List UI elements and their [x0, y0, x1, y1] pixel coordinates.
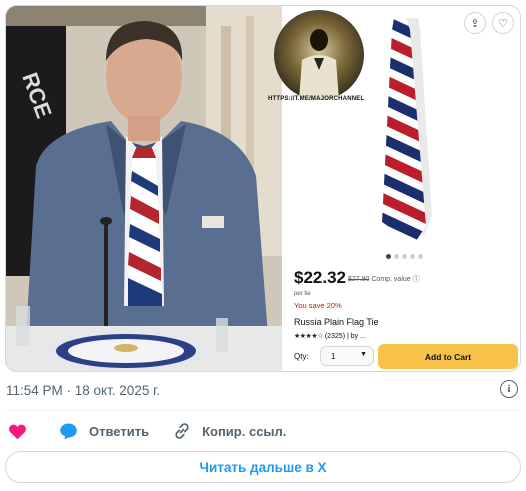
comp-value: $27.90 Comp. value ⓘ: [348, 274, 420, 284]
divider: [6, 410, 520, 411]
info-small-icon[interactable]: ⓘ: [413, 276, 420, 283]
product-price: $22.32: [294, 268, 346, 287]
man-photo-illustration: RCE: [6, 6, 282, 371]
heart-outline-icon[interactable]: ♡: [492, 12, 514, 34]
tweet-meta-row: 11:54 PM · 18 окт. 2025 г. i: [6, 380, 520, 400]
was-price: $27.90: [348, 276, 370, 283]
channel-watermark-logo: [274, 10, 364, 100]
copy-link-label: Копир. ссыл.: [202, 423, 287, 439]
qty-value: 1: [331, 351, 336, 361]
product-title[interactable]: Russia Plain Flag Tie: [294, 317, 379, 327]
read-more-button[interactable]: Читать дальше в X: [5, 451, 521, 483]
photo-man-in-tie[interactable]: RCE: [6, 6, 282, 371]
qty-select[interactable]: 1 ▼: [320, 346, 374, 366]
qty-label: Qty:: [294, 352, 309, 361]
product-top-icons: ⇪ ♡: [464, 12, 514, 34]
copy-link-button[interactable]: Копир. ссыл.: [173, 422, 286, 440]
watermark-url: HTTPS://T.ME/MAJORCHANNEL: [268, 96, 365, 102]
heart-icon: [9, 424, 26, 439]
savings-label: You save 20%: [294, 301, 342, 310]
like-button[interactable]: [8, 423, 27, 440]
tweet-actions: Ответить Копир. ссыл.: [8, 421, 286, 441]
rating-stars: ★★★★☆: [294, 333, 323, 340]
add-to-cart-button[interactable]: Add to Cart: [378, 344, 518, 369]
info-icon[interactable]: i: [500, 380, 518, 398]
reply-button[interactable]: Ответить: [59, 422, 149, 440]
link-icon: [175, 423, 189, 439]
reply-label: Ответить: [89, 423, 150, 439]
tweet-media[interactable]: RCE HTTPS://T.ME/MAJORCHANNEL ⇪ ♡ $22.32…: [5, 5, 521, 372]
product-listing-panel: HTTPS://T.ME/MAJORCHANNEL ⇪ ♡ $22.32 $27…: [268, 6, 520, 371]
rating-count: (2325) | by ...: [324, 333, 366, 340]
product-rating[interactable]: ★★★★☆ (2325) | by ...: [294, 332, 366, 340]
per-unit-label: per tie: [294, 291, 311, 297]
comp-value-label: Comp. value: [371, 276, 411, 283]
caret-down-icon: ▼: [360, 351, 367, 358]
tweet-timestamp[interactable]: 11:54 PM · 18 окт. 2025 г.: [6, 383, 160, 398]
speech-bubble-icon: [60, 423, 77, 440]
tie-product-image: [382, 18, 432, 244]
share-icon[interactable]: ⇪: [464, 12, 486, 34]
image-pager-dots[interactable]: [386, 254, 423, 259]
